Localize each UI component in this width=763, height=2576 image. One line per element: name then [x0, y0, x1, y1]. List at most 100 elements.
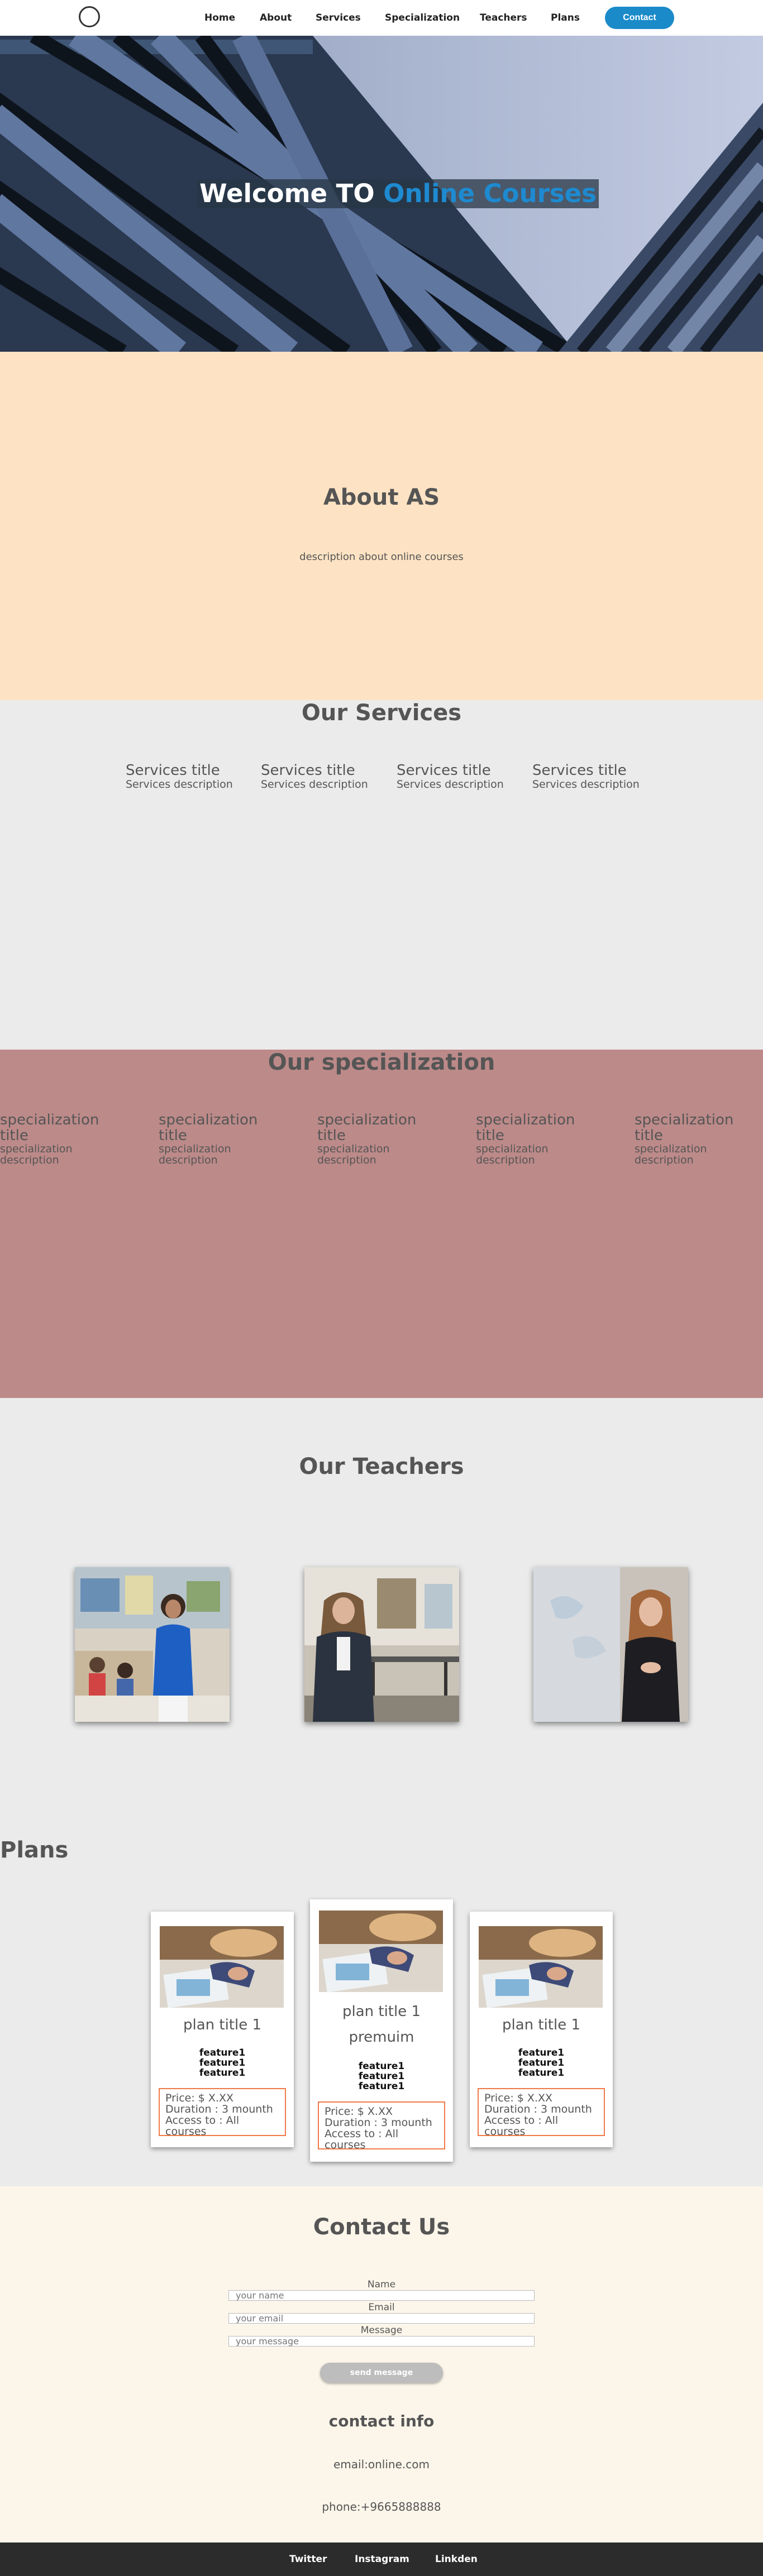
name-field[interactable]: [228, 2290, 535, 2301]
nav-about[interactable]: About: [260, 12, 292, 23]
service-card: Services title Services description: [261, 763, 368, 791]
plan-duration: Duration : 3 mounth: [165, 2103, 273, 2115]
plan-feature: feature1: [199, 2067, 246, 2079]
contact-button[interactable]: Contact: [605, 7, 674, 29]
plans-title: Plans: [0, 1837, 69, 1863]
about-description: description about online courses: [299, 551, 464, 563]
contact-phone: phone:+9665888888: [322, 2500, 441, 2513]
services-title: Our Services: [301, 700, 462, 726]
email-field[interactable]: [228, 2313, 535, 2324]
plan-title: plan title 1: [502, 2017, 581, 2033]
specialization-item-description: specialization description: [0, 1143, 73, 1166]
specialization-item-description: specialization description: [317, 1143, 390, 1166]
specialization-item-title: specialization title: [0, 1112, 99, 1144]
plan-feature: feature1: [518, 2047, 565, 2058]
contact-info-title: contact info: [328, 2412, 435, 2430]
plan-feature: feature1: [358, 2061, 405, 2072]
hero-title-highlight: Online Courses: [383, 179, 597, 208]
service-title: Services title: [532, 762, 627, 779]
plan-access: Access to : All courses: [325, 2128, 399, 2151]
plan-feature: feature1: [358, 2071, 405, 2082]
hero-section: Welcome TO Online Courses: [0, 36, 763, 352]
contact-title: Contact Us: [313, 2214, 450, 2240]
specialization-card: specialization title specialization desc…: [159, 1112, 265, 1166]
service-card: Services title Services description: [126, 763, 233, 791]
site-footer: Twitter Instagram Linkden: [0, 2543, 763, 2576]
plan-price: Price: $ X.XX: [165, 2092, 234, 2104]
service-card: Services title Services description: [397, 763, 504, 791]
footer-link-twitter[interactable]: Twitter: [289, 2554, 327, 2565]
teachers-title: Our Teachers: [299, 1454, 464, 1479]
teacher-photo: [533, 1567, 688, 1722]
service-title: Services title: [397, 762, 491, 779]
plan-price: Price: $ X.XX: [325, 2105, 393, 2118]
site-header: Home About Services Specialization Teach…: [0, 0, 763, 36]
specialization-card: specialization title specialization desc…: [635, 1112, 741, 1166]
footer-link-instagram[interactable]: Instagram: [355, 2554, 409, 2565]
specialization-item-title: specialization title: [635, 1112, 734, 1144]
plan-feature: feature1: [518, 2057, 565, 2069]
plan-access: Access to : All courses: [484, 2114, 559, 2138]
name-label: Name: [367, 2279, 396, 2290]
services-section: Our Services Services title Services des…: [0, 700, 763, 1050]
service-description: Services description: [397, 778, 504, 791]
plan-feature: feature1: [358, 2081, 405, 2092]
hero-title: Welcome TO Online Courses: [197, 179, 599, 208]
hero-title-prefix: Welcome TO: [199, 179, 375, 208]
specialization-item-description: specialization description: [159, 1143, 231, 1166]
plan-access: Access to : All courses: [165, 2114, 240, 2138]
nav-services[interactable]: Services: [316, 12, 361, 23]
plan-title: plan title 1: [183, 2017, 262, 2033]
nav-plans[interactable]: Plans: [551, 12, 580, 23]
service-card: Services title Services description: [532, 763, 640, 791]
plan-details-box: Price: $ X.XX Duration : 3 mounth Access…: [159, 2088, 286, 2138]
plan-feature: feature1: [199, 2057, 246, 2069]
plan-duration: Duration : 3 mounth: [325, 2117, 432, 2129]
specialization-card: specialization title specialization desc…: [0, 1112, 106, 1166]
nav-teachers[interactable]: Teachers: [480, 12, 527, 23]
plan-title: plan title 1: [342, 2003, 421, 2020]
specialization-item-title: specialization title: [476, 1112, 575, 1144]
about-title: About AS: [323, 485, 440, 510]
send-message-button[interactable]: send message: [320, 2363, 443, 2383]
plan-image: [160, 1926, 284, 2008]
service-title: Services title: [126, 762, 220, 779]
plan-duration: Duration : 3 mounth: [484, 2103, 592, 2115]
message-label: Message: [360, 2325, 403, 2336]
specialization-item-title: specialization title: [317, 1112, 417, 1144]
message-field[interactable]: [228, 2336, 535, 2347]
contact-section: Contact Us Name Email Message send messa…: [0, 2186, 763, 2543]
plan-feature: feature1: [199, 2047, 246, 2058]
service-description: Services description: [261, 778, 368, 791]
email-label: Email: [368, 2302, 395, 2313]
nav-specialization[interactable]: Specialization: [385, 12, 460, 23]
specialization-card: specialization title specialization desc…: [476, 1112, 582, 1166]
footer-link-linkden[interactable]: Linkden: [435, 2554, 478, 2565]
plan-feature: feature1: [518, 2067, 565, 2079]
specialization-title: Our specialization: [268, 1050, 495, 1075]
plan-card[interactable]: plan title 1 feature1 feature1 feature1 …: [151, 1912, 294, 2147]
plan-details-box: Price: $ X.XX Duration : 3 mounth Access…: [478, 2088, 605, 2138]
specialization-item-title: specialization title: [159, 1112, 258, 1144]
plan-subtitle: premuim: [349, 2029, 414, 2046]
nav-home[interactable]: Home: [204, 12, 235, 23]
service-description: Services description: [532, 778, 640, 791]
service-description: Services description: [126, 778, 233, 791]
plan-card-premium[interactable]: plan title 1 premuim feature1 feature1 f…: [310, 1899, 453, 2162]
service-title: Services title: [261, 762, 355, 779]
specialization-item-description: specialization description: [476, 1143, 549, 1166]
contact-email: email:online.com: [333, 2458, 430, 2471]
about-section: About AS description about online course…: [0, 352, 763, 700]
plan-card[interactable]: plan title 1 feature1 feature1 feature1 …: [470, 1912, 613, 2147]
plans-section: Plans plan title 1 feature1 feature1 fea…: [0, 1822, 763, 2186]
specialization-item-description: specialization description: [635, 1143, 707, 1166]
teacher-photo: [304, 1567, 459, 1722]
specialization-section: Our specialization specialization title …: [0, 1050, 763, 1398]
plan-details-box: Price: $ X.XX Duration : 3 mounth Access…: [318, 2101, 445, 2151]
teachers-section: Our Teachers: [0, 1398, 763, 1822]
plan-price: Price: $ X.XX: [484, 2092, 553, 2104]
teacher-photo: [75, 1567, 230, 1722]
specialization-card: specialization title specialization desc…: [317, 1112, 423, 1166]
plan-image: [319, 1911, 443, 1992]
logo-circle-icon[interactable]: [79, 6, 100, 27]
